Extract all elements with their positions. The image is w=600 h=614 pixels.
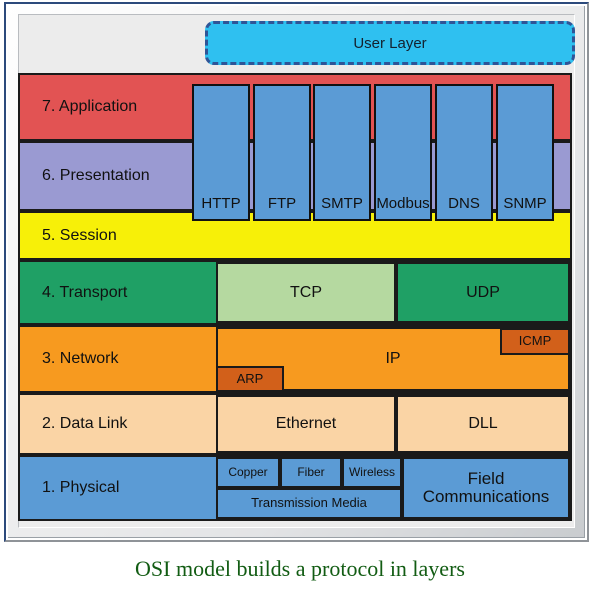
datalink-ethernet-label: Ethernet — [275, 415, 337, 433]
physical-transmission-media-label: Transmission Media — [251, 495, 367, 511]
protocol-label-snmp: SNMP — [503, 195, 547, 213]
physical-wireless-label: Wireless — [348, 465, 395, 480]
network-arp-box[interactable]: ARP — [216, 366, 284, 392]
diagram-caption: OSI model builds a protocol in layers — [135, 556, 465, 581]
transport-udp-label: UDP — [466, 283, 500, 301]
layer-label-network: 3. Network — [42, 350, 119, 368]
user-layer-label: User Layer — [353, 34, 427, 52]
physical-field-communications-label: Field Communications — [422, 468, 550, 506]
layer-label-application: 7. Application — [42, 98, 138, 116]
protocol-column-modbus[interactable]: Modbus — [374, 84, 432, 221]
layer-label-datalink: 2. Data Link — [42, 415, 128, 433]
physical-copper-box[interactable]: Copper — [216, 457, 280, 488]
protocol-column-smtp[interactable]: SMTP — [313, 84, 371, 221]
transport-tcp-label: TCP — [290, 283, 322, 301]
datalink-dll-box[interactable]: DLL — [396, 395, 570, 453]
transport-udp-box[interactable]: UDP — [396, 262, 570, 323]
protocol-label-smtp: SMTP — [321, 195, 363, 213]
protocol-label-dns: DNS — [448, 195, 480, 213]
protocol-column-http[interactable]: HTTP — [192, 84, 250, 221]
layer-label-session: 5. Session — [42, 226, 117, 244]
datalink-dll-label: DLL — [468, 415, 498, 433]
protocol-label-modbus: Modbus — [376, 195, 430, 213]
osi-diagram: User Layer 7. Application 6. Presentatio… — [0, 0, 600, 614]
protocol-column-snmp[interactable]: SNMP — [496, 84, 554, 221]
network-arp-label: ARP — [236, 370, 264, 386]
layer-label-presentation: 6. Presentation — [42, 167, 150, 185]
physical-fiber-box[interactable]: Fiber — [280, 457, 342, 488]
physical-wireless-box[interactable]: Wireless — [342, 457, 402, 488]
layer-label-transport: 4. Transport — [42, 283, 128, 301]
layer-label-physical: 1. Physical — [42, 479, 120, 497]
physical-field-communications-box[interactable]: Field Communications — [402, 457, 570, 519]
protocol-label-ftp: FTP — [267, 195, 297, 213]
transport-tcp-box[interactable]: TCP — [216, 262, 396, 323]
network-icmp-box[interactable]: ICMP — [500, 328, 570, 355]
physical-fiber-label: Fiber — [297, 465, 325, 480]
datalink-ethernet-box[interactable]: Ethernet — [216, 395, 396, 453]
network-icmp-label: ICMP — [518, 333, 552, 349]
protocol-column-ftp[interactable]: FTP — [253, 84, 311, 221]
network-ip-label: IP — [385, 350, 401, 368]
protocol-column-dns[interactable]: DNS — [435, 84, 493, 221]
user-layer-box[interactable]: User Layer — [205, 21, 575, 65]
physical-transmission-media-box[interactable]: Transmission Media — [216, 488, 402, 519]
protocol-label-http: HTTP — [201, 195, 241, 213]
physical-copper-label: Copper — [228, 465, 268, 480]
